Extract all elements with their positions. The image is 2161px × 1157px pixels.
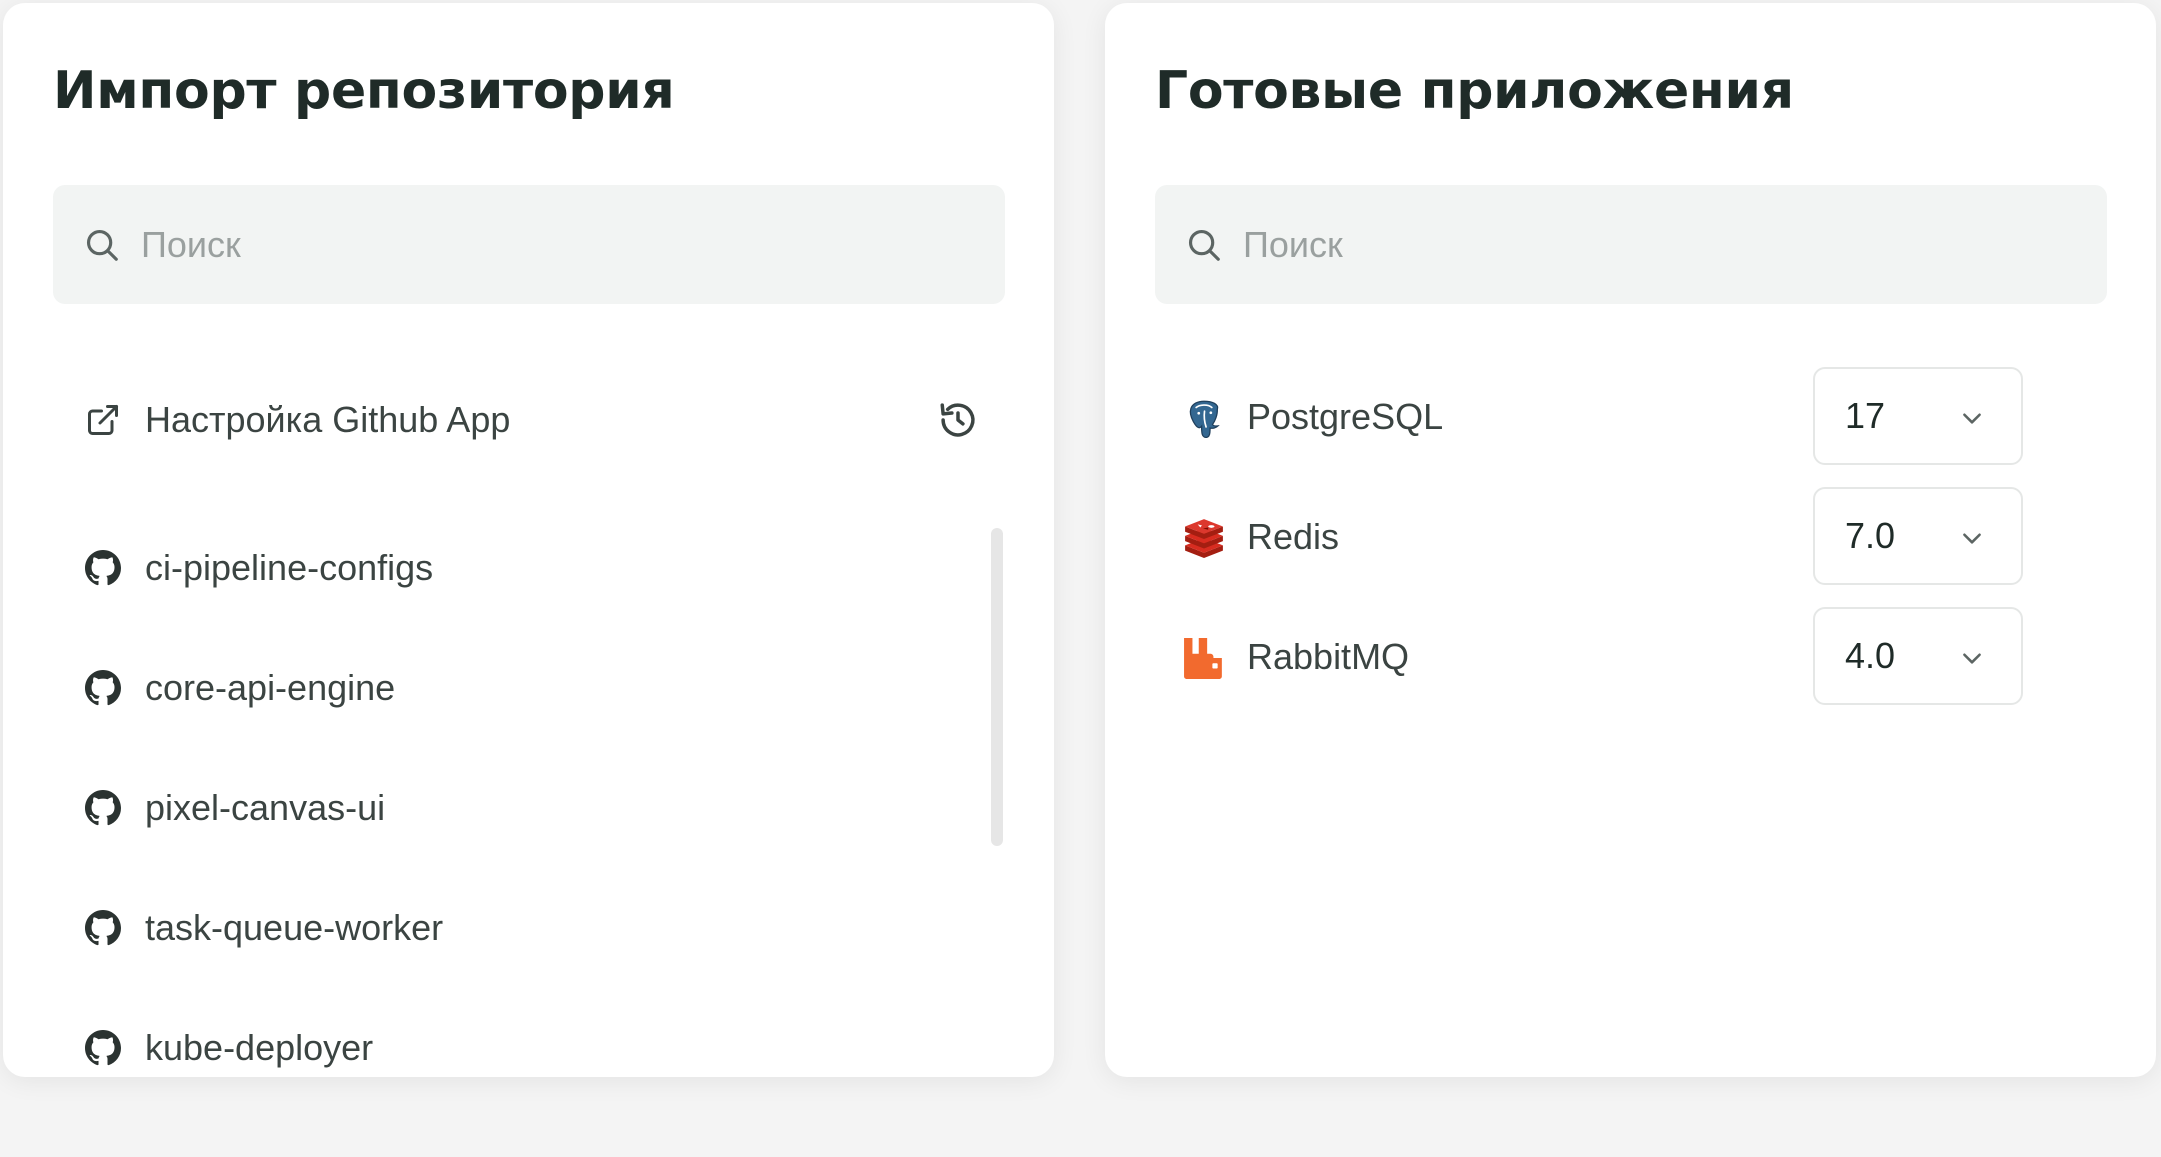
github-app-settings-link[interactable]: Настройка Github App bbox=[145, 375, 510, 465]
chevron-down-icon bbox=[1963, 413, 1981, 424]
search-icon bbox=[1188, 229, 1220, 261]
github-app-settings-row[interactable]: Настройка Github App bbox=[53, 375, 1005, 465]
redis-icon bbox=[1185, 519, 1223, 558]
app-row-rabbitmq[interactable]: RabbitMQ 4.0 bbox=[1155, 607, 2107, 707]
apps-search-box[interactable] bbox=[1155, 185, 2107, 304]
chevron-down-icon bbox=[1963, 653, 1981, 664]
repository-list[interactable]: ci-pipeline-configs core-api-engine pixe… bbox=[53, 523, 1005, 1077]
github-icon bbox=[85, 910, 121, 946]
github-icon bbox=[85, 790, 121, 826]
github-icon bbox=[85, 1030, 121, 1066]
version-select-rabbitmq[interactable]: 4.0 bbox=[1813, 607, 2023, 705]
github-icon bbox=[85, 550, 121, 586]
external-link-icon bbox=[88, 405, 118, 435]
app-name: PostgreSQL bbox=[1247, 396, 1444, 437]
app-row-postgresql[interactable]: PostgreSQL 17 bbox=[1155, 367, 2107, 467]
postgresql-icon bbox=[1189, 400, 1220, 439]
repository-name: core-api-engine bbox=[145, 667, 396, 708]
version-select-redis[interactable]: 7.0 bbox=[1813, 487, 2023, 585]
rabbitmq-icon bbox=[1184, 638, 1222, 679]
apps-panel-title: Готовые приложения bbox=[1155, 61, 1794, 121]
version-value: 17 bbox=[1845, 395, 1886, 436]
version-select-postgresql[interactable]: 17 bbox=[1813, 367, 2023, 465]
app-row-redis[interactable]: Redis 7.0 bbox=[1155, 487, 2107, 587]
refresh-icon[interactable] bbox=[937, 399, 979, 441]
import-search-box[interactable] bbox=[53, 185, 1005, 304]
search-icon bbox=[86, 229, 118, 261]
repository-name: ci-pipeline-configs bbox=[145, 547, 434, 588]
app-name: RabbitMQ bbox=[1247, 636, 1410, 677]
repository-name: kube-deployer bbox=[145, 1027, 374, 1068]
repository-item[interactable]: kube-deployer bbox=[53, 1003, 1005, 1077]
repository-name: task-queue-worker bbox=[145, 907, 444, 948]
version-value: 7.0 bbox=[1845, 515, 1896, 556]
import-search-input[interactable] bbox=[141, 185, 981, 304]
repository-name: pixel-canvas-ui bbox=[145, 787, 386, 828]
ready-apps-panel: Готовые приложения PostgreSQL 17 bbox=[1105, 3, 2156, 1077]
chevron-down-icon bbox=[1963, 533, 1981, 544]
import-repository-panel: Импорт репозитория Настройка Github App … bbox=[3, 3, 1054, 1077]
import-panel-title: Импорт репозитория bbox=[53, 61, 675, 121]
repository-item[interactable]: core-api-engine bbox=[53, 643, 1005, 733]
version-value: 4.0 bbox=[1845, 635, 1896, 676]
repository-item[interactable]: task-queue-worker bbox=[53, 883, 1005, 973]
repository-item[interactable]: pixel-canvas-ui bbox=[53, 763, 1005, 853]
repository-list-scrollbar[interactable] bbox=[991, 528, 1003, 846]
repository-item[interactable]: ci-pipeline-configs bbox=[53, 523, 1005, 613]
github-icon bbox=[85, 670, 121, 706]
app-name: Redis bbox=[1247, 516, 1340, 557]
apps-search-input[interactable] bbox=[1243, 185, 2083, 304]
